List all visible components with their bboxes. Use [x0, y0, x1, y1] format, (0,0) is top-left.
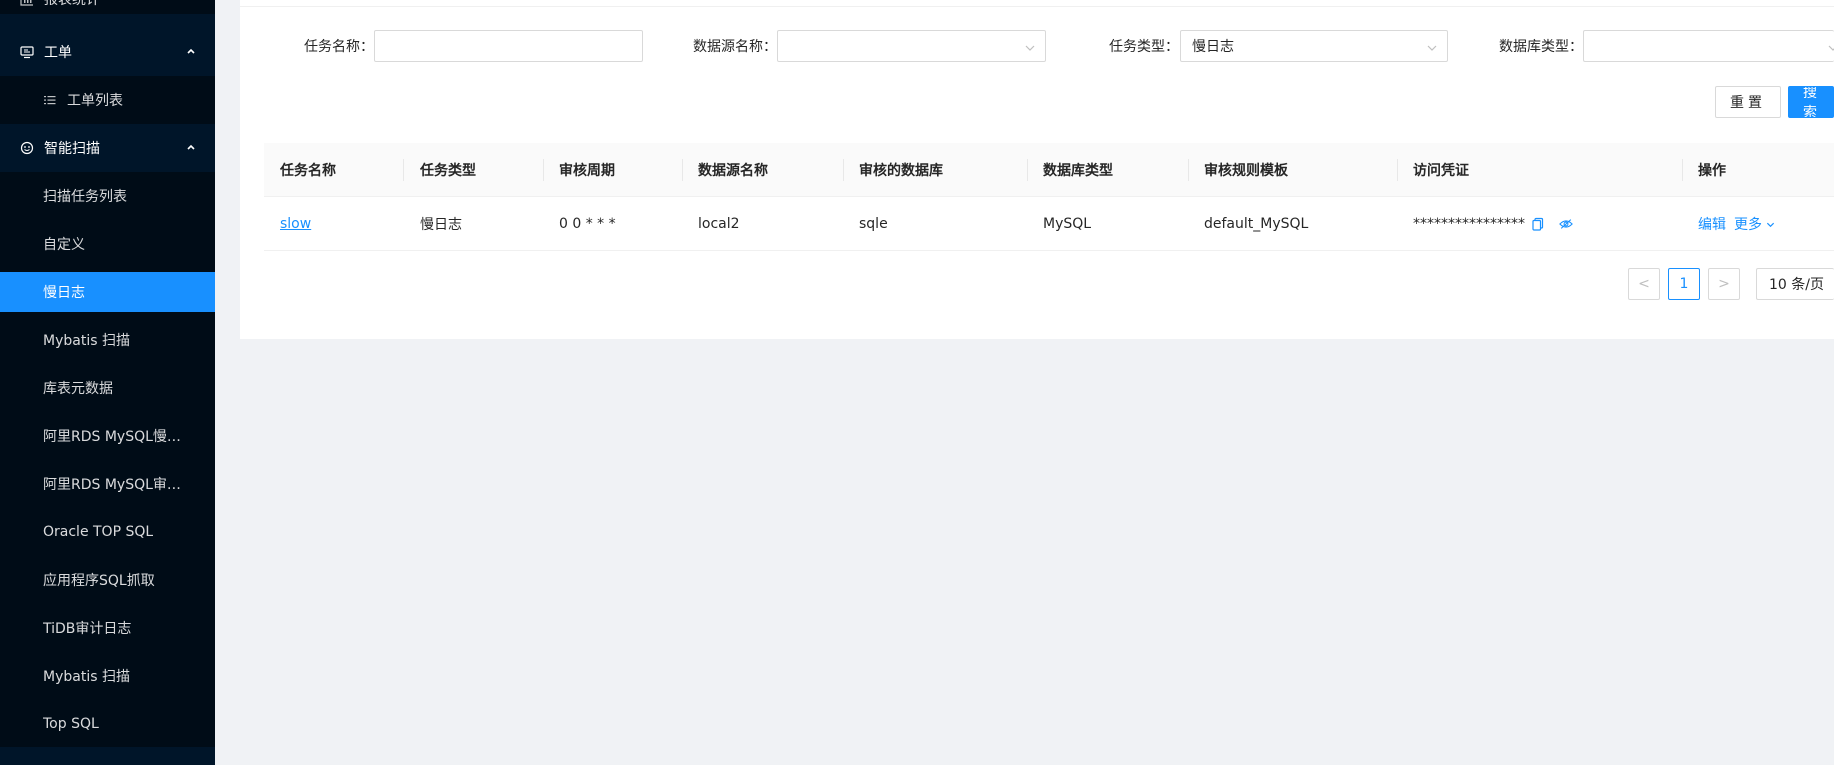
datasource-name-label: 数据源名称： [693, 39, 777, 55]
sidebar-item-label: Mybatis 扫描 [43, 669, 130, 685]
col-db-type: 数据库类型 [1043, 163, 1113, 179]
col-divider [1397, 159, 1398, 181]
task-type-label: 任务类型： [1109, 39, 1179, 55]
sidebar-item-ticket-list[interactable]: 工单列表 [0, 80, 215, 120]
page-size-select[interactable]: 10 条/页 [1756, 268, 1834, 300]
sidebar-item-label: 阿里RDS MySQL慢日志 [43, 429, 193, 445]
cell-actions: 编辑 更多 [1698, 197, 1775, 251]
sidebar: 报表统计 工单 工单列表 智能扫描 扫描任务列表 自定义 慢日志 Mybatis… [0, 0, 215, 765]
next-page-button[interactable]: > [1708, 268, 1740, 300]
sidebar-group-ticket[interactable]: 工单 [0, 32, 215, 72]
col-divider [403, 159, 404, 181]
sidebar-item-oracle-top-sql[interactable]: Oracle TOP SQL [0, 512, 215, 552]
sidebar-group-label: 工单 [44, 45, 72, 61]
chevron-up-icon [185, 141, 197, 153]
sidebar-item-ali-rds-slow-log[interactable]: 阿里RDS MySQL慢日志 [0, 416, 215, 456]
eye-invisible-icon[interactable] [1559, 217, 1573, 231]
copy-icon[interactable] [1531, 217, 1545, 231]
sidebar-group-smart-scan[interactable]: 智能扫描 [0, 128, 215, 168]
col-cycle: 审核周期 [559, 163, 615, 179]
task-name-label: 任务名称： [304, 39, 374, 55]
reset-button[interactable]: 重置 [1715, 86, 1781, 118]
db-type-select[interactable] [1583, 30, 1834, 62]
table-header: 任务名称 任务类型 审核周期 数据源名称 审核的数据库 数据库类型 审核规则模板… [264, 143, 1834, 197]
sidebar-item-scan-task-list[interactable]: 扫描任务列表 [0, 176, 215, 216]
col-divider [1027, 159, 1028, 181]
sidebar-item-label: 应用程序SQL抓取 [43, 573, 155, 589]
edit-link[interactable]: 编辑 [1698, 214, 1726, 234]
sidebar-item-tidb-audit[interactable]: TiDB审计日志 [0, 608, 215, 648]
sidebar-item-label: 库表元数据 [43, 381, 113, 397]
cell-task-type: 慢日志 [420, 217, 462, 233]
cell-db-type: MySQL [1043, 216, 1092, 232]
list-icon [43, 93, 57, 107]
chevron-down-icon [1828, 41, 1834, 51]
cell-cycle: 0 0 * * * [559, 216, 616, 232]
col-divider [543, 159, 544, 181]
sidebar-item-label: 报表统计 [44, 0, 100, 8]
more-label: 更多 [1734, 217, 1762, 233]
datasource-name-select[interactable] [777, 30, 1046, 62]
prev-page-button[interactable]: < [1628, 268, 1660, 300]
cell-credential: **************** [1413, 197, 1573, 251]
cell-database: sqle [859, 216, 888, 232]
col-divider [1188, 159, 1189, 181]
task-type-value: 慢日志 [1192, 39, 1234, 55]
sidebar-item-label: 扫描任务列表 [43, 189, 127, 205]
col-actions: 操作 [1698, 163, 1726, 179]
chevron-up-icon [185, 45, 197, 57]
col-task-type: 任务类型 [420, 163, 476, 179]
col-divider [682, 159, 683, 181]
panel-divider [240, 6, 1834, 7]
db-type-label: 数据库类型： [1499, 39, 1583, 55]
chevron-down-icon [1427, 41, 1437, 51]
bar-chart-icon [20, 0, 34, 6]
sidebar-item-label: TiDB审计日志 [43, 621, 132, 637]
search-button[interactable]: 搜索 [1788, 86, 1834, 118]
chevron-down-icon [1766, 217, 1775, 233]
sidebar-item-label: 慢日志 [43, 285, 85, 301]
page-1-button[interactable]: 1 [1668, 268, 1700, 300]
sidebar-item-report[interactable]: 报表统计 [0, 0, 215, 14]
chevron-down-icon [1025, 41, 1035, 51]
table-row: slow 慢日志 0 0 * * * local2 sqle MySQL def… [264, 197, 1834, 251]
task-type-select[interactable]: 慢日志 [1180, 30, 1448, 62]
credential-masked: **************** [1413, 216, 1525, 232]
col-datasource: 数据源名称 [698, 163, 768, 179]
monitor-icon [20, 45, 34, 59]
cell-datasource: local2 [698, 216, 740, 232]
cell-rule-template: default_MySQL [1204, 216, 1309, 232]
sidebar-item-slow-log[interactable]: 慢日志 [0, 272, 215, 312]
sidebar-item-label: 自定义 [43, 237, 85, 253]
cell-task-name: slow [280, 197, 311, 251]
sidebar-item-label: Mybatis 扫描 [43, 333, 130, 349]
sidebar-item-label: 工单列表 [67, 93, 123, 109]
scan-icon [20, 141, 34, 155]
sidebar-item-mybatis-scan-2[interactable]: Mybatis 扫描 [0, 656, 215, 696]
more-dropdown[interactable]: 更多 [1734, 214, 1775, 234]
sidebar-item-ali-rds-audit[interactable]: 阿里RDS MySQL审计... [0, 464, 215, 504]
sidebar-item-app-sql-capture[interactable]: 应用程序SQL抓取 [0, 560, 215, 600]
page-size-value: 10 条/页 [1769, 277, 1824, 293]
task-name-link[interactable]: slow [280, 216, 311, 232]
sidebar-item-table-metadata[interactable]: 库表元数据 [0, 368, 215, 408]
sidebar-item-label: Oracle TOP SQL [43, 524, 154, 540]
col-credential: 访问凭证 [1413, 163, 1469, 179]
sidebar-item-custom[interactable]: 自定义 [0, 224, 215, 264]
sidebar-item-label: 阿里RDS MySQL审计... [43, 477, 193, 493]
sidebar-item-top-sql[interactable]: Top SQL [0, 704, 215, 744]
sidebar-item-label: Top SQL [43, 716, 99, 732]
col-task-name: 任务名称 [280, 163, 336, 179]
sidebar-group-label: 智能扫描 [44, 141, 100, 157]
sidebar-item-mybatis-scan[interactable]: Mybatis 扫描 [0, 320, 215, 360]
task-name-input[interactable] [374, 30, 643, 62]
col-divider [843, 159, 844, 181]
col-rule-template: 审核规则模板 [1204, 163, 1288, 179]
col-database: 审核的数据库 [859, 163, 943, 179]
col-divider [1682, 159, 1683, 181]
